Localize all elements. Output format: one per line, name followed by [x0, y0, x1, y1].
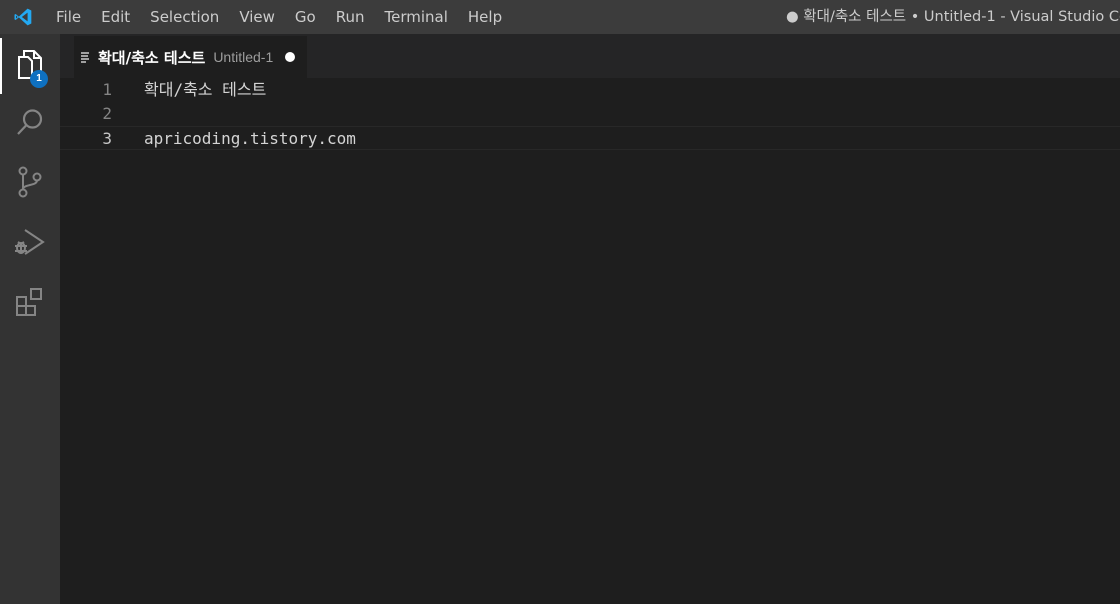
line-number: 3 [102, 129, 112, 148]
menu-bar: File Edit Selection View Go Run Terminal… [46, 0, 512, 34]
run-debug-icon [13, 226, 47, 262]
menu-help[interactable]: Help [458, 0, 512, 34]
menu-file[interactable]: File [46, 0, 91, 34]
unsaved-dot-icon[interactable] [285, 52, 296, 62]
extensions-icon [14, 286, 46, 322]
line-content[interactable]: apricoding.tistory.com [144, 127, 356, 151]
plaintext-file-icon [80, 50, 92, 64]
title-bar: File Edit Selection View Go Run Terminal… [0, 0, 1120, 34]
vscode-logo-icon[interactable] [0, 0, 46, 34]
activity-source-control[interactable] [0, 156, 60, 212]
code-editor[interactable]: 1 확대/축소 테스트 2 3 apricoding.tistory.com [60, 78, 1120, 604]
activity-extensions[interactable] [0, 276, 60, 332]
menu-terminal[interactable]: Terminal [375, 0, 458, 34]
vscode-window: File Edit Selection View Go Run Terminal… [0, 0, 1120, 604]
menu-selection[interactable]: Selection [140, 0, 229, 34]
activity-explorer[interactable]: 1 [0, 38, 60, 94]
editor-line-1[interactable]: 1 확대/축소 테스트 [60, 78, 1120, 102]
source-control-icon [15, 165, 45, 203]
window-title: ● 확대/축소 테스트 • Untitled-1 - Visual Studio… [786, 9, 1120, 25]
menu-go[interactable]: Go [285, 0, 326, 34]
explorer-badge: 1 [30, 70, 48, 88]
menu-edit[interactable]: Edit [91, 0, 140, 34]
editor-line-2[interactable]: 2 [60, 102, 1120, 126]
menu-run[interactable]: Run [326, 0, 375, 34]
tab-description: Untitled-1 [213, 49, 274, 65]
menu-view[interactable]: View [229, 0, 285, 34]
editor-tab-bar: 확대/축소 테스트 Untitled-1 [60, 34, 1120, 78]
activity-search[interactable] [0, 96, 60, 152]
tab-untitled-1[interactable]: 확대/축소 테스트 Untitled-1 [74, 36, 308, 78]
activity-bar: 1 [0, 34, 60, 604]
tab-title: 확대/축소 테스트 [98, 48, 206, 67]
activity-run-debug[interactable] [0, 216, 60, 272]
line-number: 1 [102, 80, 112, 99]
editor-line-3[interactable]: 3 apricoding.tistory.com [60, 126, 1120, 150]
line-content[interactable]: 확대/축소 테스트 [144, 78, 266, 102]
line-number: 2 [102, 104, 112, 123]
search-icon [15, 107, 45, 141]
